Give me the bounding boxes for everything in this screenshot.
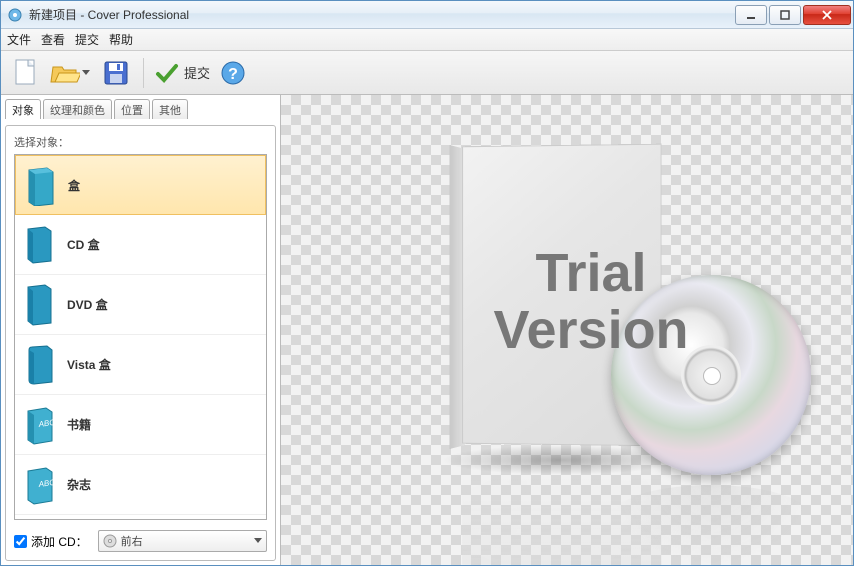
new-button[interactable]	[9, 56, 43, 90]
svg-text:?: ?	[228, 66, 238, 83]
save-icon	[103, 60, 129, 86]
tab-objects[interactable]: 对象	[5, 99, 41, 119]
object-item-vista-box[interactable]: Vista 盒	[15, 335, 266, 395]
add-cd-label: 添加 CD：	[31, 533, 88, 550]
new-file-icon	[13, 58, 39, 88]
submit-button[interactable]: 提交	[154, 60, 210, 86]
object-item-magazine[interactable]: ABC 杂志	[15, 455, 266, 515]
titlebar: 新建项目 - Cover Professional	[1, 1, 853, 29]
book-icon: ABC	[23, 403, 55, 447]
checkmark-icon	[154, 60, 180, 86]
cd-reflection	[611, 485, 811, 565]
cd-position-value: 前右	[121, 533, 250, 549]
tab-texture[interactable]: 纹理和颜色	[43, 99, 112, 119]
cd-box-icon	[23, 223, 55, 267]
folder-open-icon	[50, 60, 80, 86]
menu-view[interactable]: 查看	[41, 31, 65, 48]
maximize-button[interactable]	[769, 5, 801, 25]
menubar: 文件 查看 提交 帮助	[1, 29, 853, 51]
object-label: Vista 盒	[67, 356, 111, 373]
help-button[interactable]: ?	[216, 56, 250, 90]
select-object-label: 选择对象：	[14, 134, 267, 150]
window-controls	[733, 5, 851, 25]
toolbar: 提交 ?	[1, 51, 853, 95]
object-item-cd-box[interactable]: CD 盒	[15, 215, 266, 275]
menu-submit[interactable]: 提交	[75, 31, 99, 48]
object-label: 杂志	[67, 476, 91, 493]
add-cd-row: 添加 CD： 前右	[14, 530, 267, 552]
tab-other[interactable]: 其他	[152, 99, 188, 119]
add-cd-input[interactable]	[14, 535, 27, 548]
close-icon	[821, 10, 833, 20]
magazine-icon: ABC	[23, 463, 55, 507]
toolbar-separator	[143, 58, 144, 88]
box-icon	[24, 163, 56, 207]
menu-help[interactable]: 帮助	[109, 31, 133, 48]
object-list[interactable]: 盒 CD 盒 DVD 盒 Vista 盒 ABC	[14, 154, 267, 520]
cd-position-select[interactable]: 前右	[98, 530, 267, 552]
window-title: 新建项目 - Cover Professional	[29, 6, 733, 23]
open-dropdown[interactable]	[80, 70, 92, 76]
minimize-icon	[746, 10, 756, 20]
cd-small-icon	[103, 534, 117, 548]
tab-position[interactable]: 位置	[114, 99, 150, 119]
add-cd-checkbox[interactable]: 添加 CD：	[14, 533, 88, 550]
object-item-box[interactable]: 盒	[15, 155, 266, 215]
chevron-down-icon	[82, 70, 90, 76]
save-button[interactable]	[99, 56, 133, 90]
open-button[interactable]	[49, 56, 93, 90]
object-item-dvd-box[interactable]: DVD 盒	[15, 275, 266, 335]
object-label: 书籍	[67, 416, 91, 433]
object-label: CD 盒	[67, 236, 100, 253]
menu-file[interactable]: 文件	[7, 31, 31, 48]
panel-tabs: 对象 纹理和颜色 位置 其他	[5, 97, 276, 119]
help-icon: ?	[220, 60, 246, 86]
close-button[interactable]	[803, 5, 851, 25]
dvd-box-icon	[23, 283, 55, 327]
cd-render	[611, 275, 811, 475]
vista-box-icon	[23, 343, 55, 387]
object-label: DVD 盒	[67, 296, 108, 313]
chevron-down-icon	[254, 538, 262, 544]
object-item-book[interactable]: ABC 书籍	[15, 395, 266, 455]
object-label: 盒	[68, 177, 80, 194]
maximize-icon	[780, 10, 790, 20]
minimize-button[interactable]	[735, 5, 767, 25]
app-window: 新建项目 - Cover Professional 文件 查看 提交 帮助	[0, 0, 854, 566]
submit-label: 提交	[184, 63, 210, 82]
preview-area[interactable]: Trial Version	[281, 95, 853, 565]
app-icon	[7, 7, 23, 23]
client-area: 对象 纹理和颜色 位置 其他 选择对象： 盒 CD 盒	[1, 95, 853, 565]
left-panel: 对象 纹理和颜色 位置 其他 选择对象： 盒 CD 盒	[1, 95, 281, 565]
objects-panel: 选择对象： 盒 CD 盒 DVD 盒	[5, 125, 276, 561]
